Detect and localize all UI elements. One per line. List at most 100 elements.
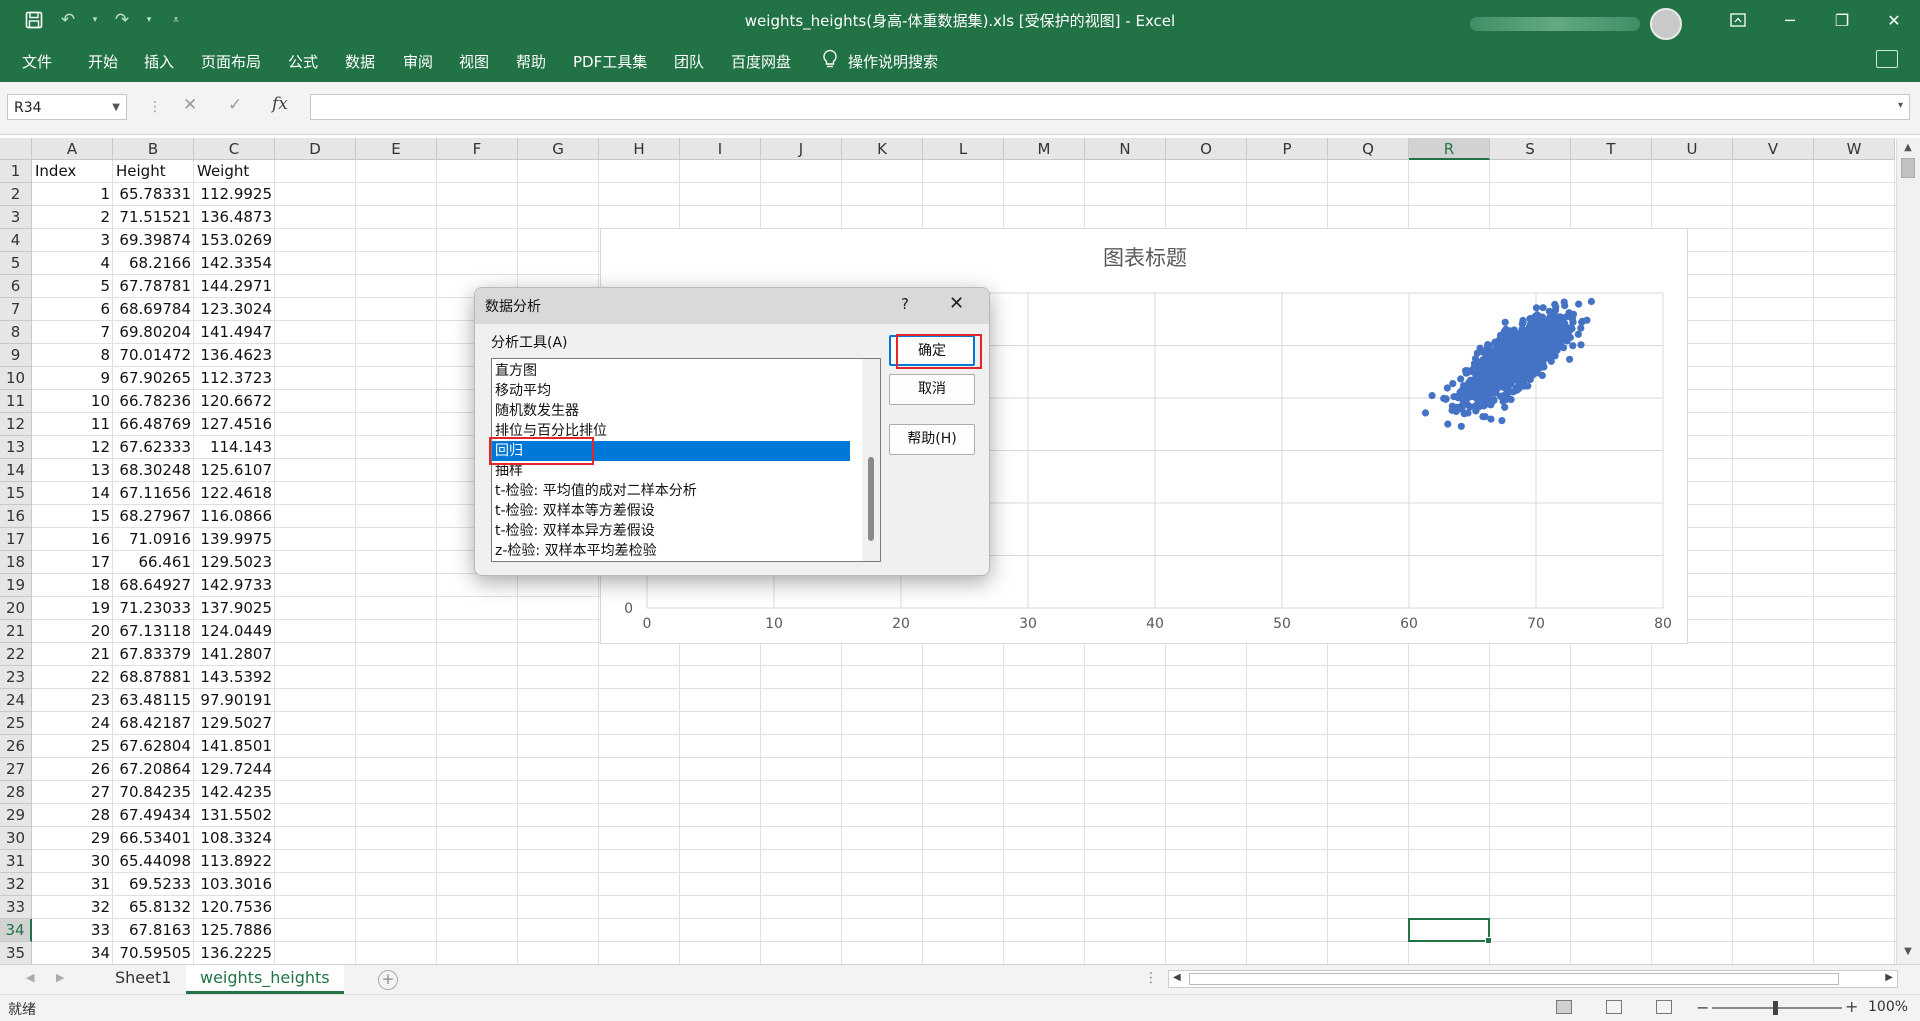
data-cell[interactable]: 32 bbox=[32, 896, 113, 919]
normal-view-icon[interactable] bbox=[1556, 1000, 1572, 1014]
row-header[interactable]: 5 bbox=[0, 252, 32, 275]
data-cell[interactable]: 71.51521 bbox=[113, 206, 194, 229]
row-header[interactable]: 24 bbox=[0, 689, 32, 712]
row-header[interactable]: 14 bbox=[0, 459, 32, 482]
data-cell[interactable]: 29 bbox=[32, 827, 113, 850]
data-cell[interactable]: 143.5392 bbox=[194, 666, 275, 689]
data-cell[interactable]: 69.39874 bbox=[113, 229, 194, 252]
data-cell[interactable]: 63.48115 bbox=[113, 689, 194, 712]
redo-icon[interactable]: ↷ bbox=[110, 8, 134, 32]
tab-formulas[interactable]: 公式 bbox=[288, 51, 318, 72]
page-break-view-icon[interactable] bbox=[1656, 1000, 1672, 1014]
vertical-scrollbar[interactable]: ▲ ▼ bbox=[1896, 138, 1920, 964]
data-cell[interactable]: 129.7244 bbox=[194, 758, 275, 781]
data-cell[interactable]: 67.83379 bbox=[113, 643, 194, 666]
data-cell[interactable]: 120.6672 bbox=[194, 390, 275, 413]
tab-review[interactable]: 审阅 bbox=[403, 51, 433, 72]
data-cell[interactable]: 139.9975 bbox=[194, 528, 275, 551]
row-header[interactable]: 17 bbox=[0, 528, 32, 551]
data-cell[interactable]: 108.3324 bbox=[194, 827, 275, 850]
data-cell[interactable]: 13 bbox=[32, 459, 113, 482]
data-cell[interactable]: 136.4623 bbox=[194, 344, 275, 367]
active-cell[interactable] bbox=[1408, 918, 1492, 944]
analysis-tool-item[interactable]: t-检验: 平均值的成对二样本分析 bbox=[492, 481, 850, 501]
account-area[interactable] bbox=[1470, 8, 1682, 40]
column-header[interactable]: R bbox=[1409, 138, 1490, 160]
data-cell[interactable]: 23 bbox=[32, 689, 113, 712]
data-cell[interactable]: 6 bbox=[32, 298, 113, 321]
insert-function-icon[interactable]: fx bbox=[272, 94, 288, 114]
row-header[interactable]: 9 bbox=[0, 344, 32, 367]
expand-formula-bar-icon[interactable]: ▾ bbox=[1898, 100, 1903, 111]
row-header[interactable]: 32 bbox=[0, 873, 32, 896]
row-header[interactable]: 2 bbox=[0, 183, 32, 206]
data-cell[interactable]: 67.20864 bbox=[113, 758, 194, 781]
data-cell[interactable]: 65.78331 bbox=[113, 183, 194, 206]
data-cell[interactable]: 129.5023 bbox=[194, 551, 275, 574]
row-header[interactable]: 34 bbox=[0, 919, 32, 942]
data-cell[interactable]: 136.2225 bbox=[194, 942, 275, 964]
data-cell[interactable]: 68.64927 bbox=[113, 574, 194, 597]
data-cell[interactable]: 71.0916 bbox=[113, 528, 194, 551]
data-cell[interactable]: 66.461 bbox=[113, 551, 194, 574]
column-header[interactable]: B bbox=[113, 138, 194, 160]
data-cell[interactable]: 131.5502 bbox=[194, 804, 275, 827]
row-header[interactable]: 4 bbox=[0, 229, 32, 252]
avatar[interactable] bbox=[1650, 8, 1682, 40]
tab-page-layout[interactable]: 页面布局 bbox=[201, 51, 261, 72]
data-cell[interactable]: 67.11656 bbox=[113, 482, 194, 505]
data-cell[interactable]: 120.7536 bbox=[194, 896, 275, 919]
data-cell[interactable]: 68.27967 bbox=[113, 505, 194, 528]
row-header[interactable]: 27 bbox=[0, 758, 32, 781]
data-cell[interactable]: 9 bbox=[32, 367, 113, 390]
comments-icon[interactable] bbox=[1876, 50, 1898, 68]
row-header[interactable]: 18 bbox=[0, 551, 32, 574]
undo-dropdown-icon[interactable]: ▾ bbox=[90, 8, 100, 32]
confirm-entry-icon[interactable]: ✓ bbox=[228, 95, 242, 115]
analysis-tool-item[interactable]: t-检验: 双样本异方差假设 bbox=[492, 521, 850, 541]
data-cell[interactable]: 137.9025 bbox=[194, 597, 275, 620]
header-cell[interactable]: Height bbox=[113, 160, 194, 183]
ribbon-display-options-icon[interactable] bbox=[1712, 0, 1764, 40]
tab-team[interactable]: 团队 bbox=[674, 51, 704, 72]
data-cell[interactable]: 141.2807 bbox=[194, 643, 275, 666]
cancel-button[interactable]: 取消 bbox=[889, 374, 975, 405]
data-cell[interactable]: 8 bbox=[32, 344, 113, 367]
data-cell[interactable]: 68.69784 bbox=[113, 298, 194, 321]
tab-view[interactable]: 视图 bbox=[459, 51, 489, 72]
column-header[interactable]: N bbox=[1085, 138, 1166, 160]
analysis-tool-item[interactable]: 回归 bbox=[492, 441, 850, 461]
column-header[interactable]: O bbox=[1166, 138, 1247, 160]
formula-input[interactable]: ▾ bbox=[310, 94, 1910, 120]
data-cell[interactable]: 24 bbox=[32, 712, 113, 735]
customize-toolbar-icon[interactable]: ⩡ bbox=[164, 8, 188, 32]
data-cell[interactable]: 70.01472 bbox=[113, 344, 194, 367]
data-cell[interactable]: 30 bbox=[32, 850, 113, 873]
column-header[interactable]: L bbox=[923, 138, 1004, 160]
tab-split-grip-icon[interactable]: ⋮ bbox=[1144, 970, 1158, 986]
data-cell[interactable]: 142.9733 bbox=[194, 574, 275, 597]
scroll-thumb[interactable] bbox=[1901, 158, 1915, 178]
data-cell[interactable]: 26 bbox=[32, 758, 113, 781]
redo-dropdown-icon[interactable]: ▾ bbox=[144, 8, 154, 32]
data-cell[interactable]: 112.9925 bbox=[194, 183, 275, 206]
analysis-tool-item[interactable]: 移动平均 bbox=[492, 381, 850, 401]
data-cell[interactable]: 70.59505 bbox=[113, 942, 194, 964]
data-cell[interactable]: 68.2166 bbox=[113, 252, 194, 275]
data-cell[interactable]: 153.0269 bbox=[194, 229, 275, 252]
tab-baidu-netdisk[interactable]: 百度网盘 bbox=[731, 51, 791, 72]
data-cell[interactable]: 67.90265 bbox=[113, 367, 194, 390]
column-header[interactable]: G bbox=[518, 138, 599, 160]
column-header[interactable]: F bbox=[437, 138, 518, 160]
chart-title[interactable]: 图表标题 bbox=[1103, 246, 1187, 270]
data-cell[interactable]: 71.23033 bbox=[113, 597, 194, 620]
column-header[interactable]: U bbox=[1652, 138, 1733, 160]
data-cell[interactable]: 127.4516 bbox=[194, 413, 275, 436]
zoom-out-icon[interactable]: − bbox=[1696, 998, 1709, 1017]
data-cell[interactable]: 112.3723 bbox=[194, 367, 275, 390]
tab-insert[interactable]: 插入 bbox=[144, 51, 174, 72]
row-header[interactable]: 3 bbox=[0, 206, 32, 229]
formula-bar-grip-icon[interactable]: ⋮ bbox=[148, 99, 162, 115]
zoom-in-icon[interactable]: + bbox=[1845, 997, 1858, 1016]
row-header[interactable]: 15 bbox=[0, 482, 32, 505]
